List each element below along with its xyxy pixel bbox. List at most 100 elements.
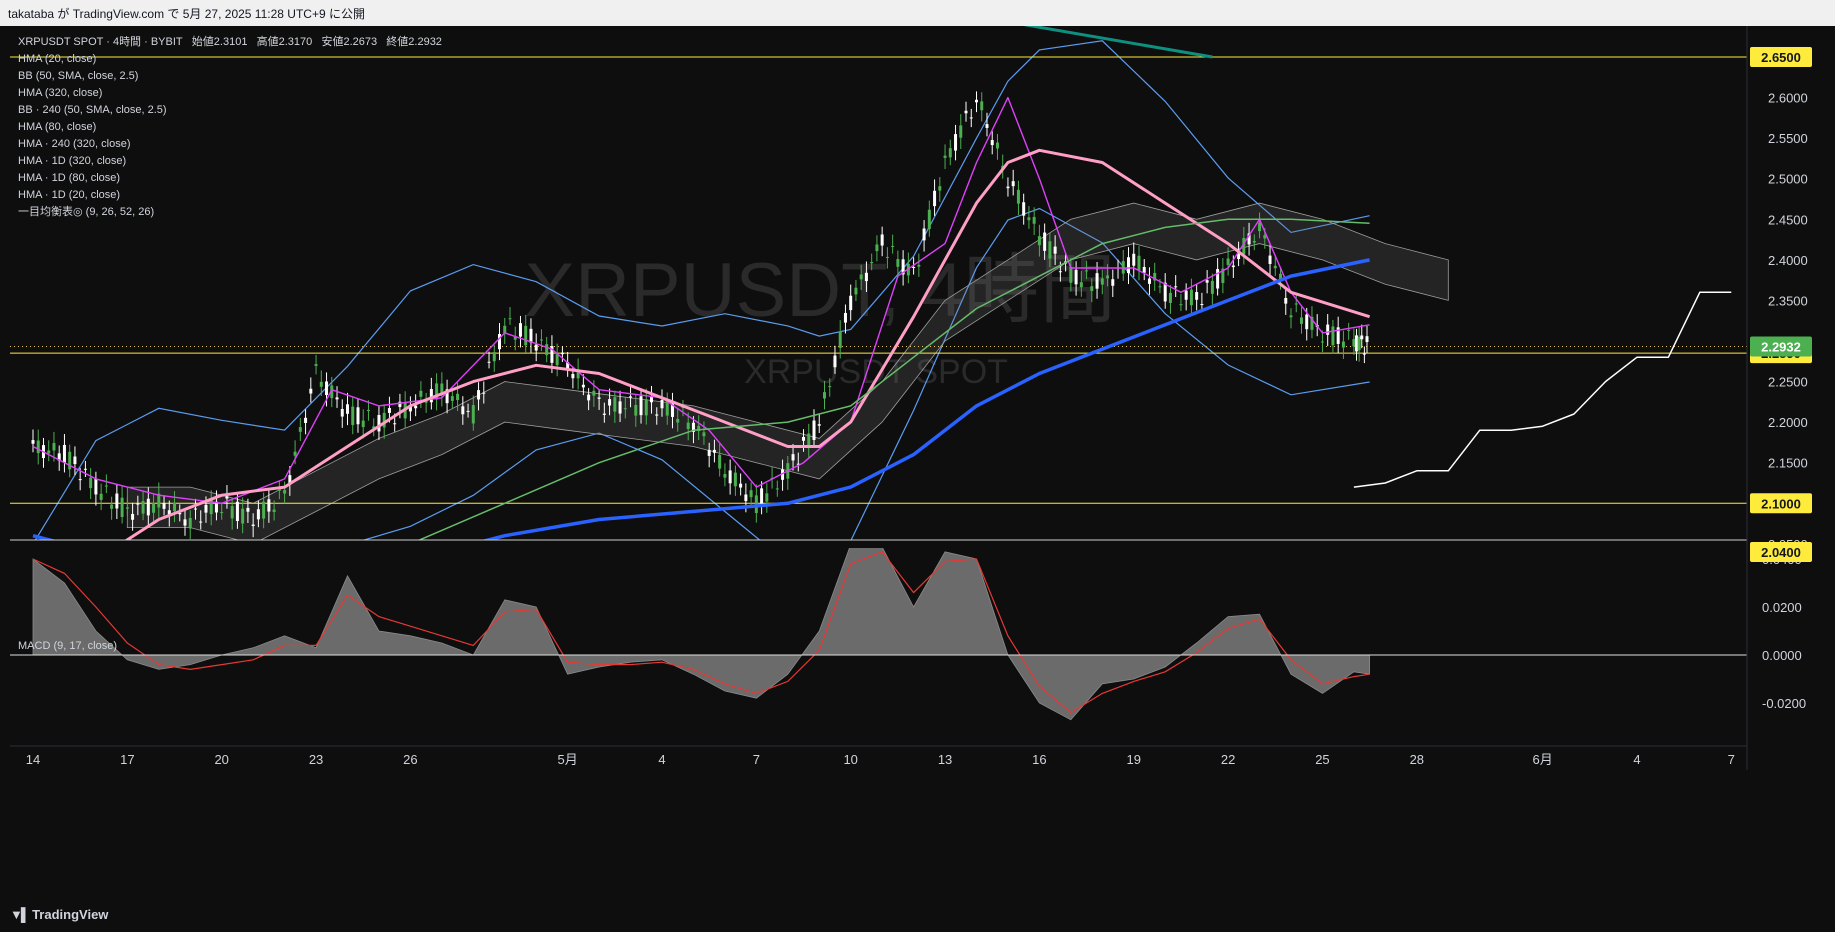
- candle-body: [1299, 317, 1303, 324]
- candle-body: [728, 470, 732, 484]
- candle-body: [188, 518, 192, 529]
- legend-indicator[interactable]: HMA (320, close): [18, 85, 442, 102]
- candle-body: [115, 493, 119, 509]
- candle-body: [1294, 303, 1298, 305]
- candle-body: [131, 513, 135, 520]
- tv-logo-icon: ▼▌: [10, 907, 30, 922]
- candle-body: [1352, 339, 1356, 347]
- time-axis-tick: 17: [120, 752, 134, 767]
- candle-body: [707, 449, 711, 456]
- candle-body: [1226, 258, 1230, 265]
- legend-indicator[interactable]: HMA (80, close): [18, 119, 442, 136]
- price-axis-tick: 2.6000: [1768, 91, 1808, 106]
- candle-body: [99, 493, 103, 500]
- legend-low: 2.2673: [343, 36, 378, 48]
- last-price-tag: 2.2932: [1761, 340, 1801, 355]
- candle-body: [948, 148, 952, 158]
- candle-body: [1289, 315, 1293, 318]
- candle-body: [141, 501, 145, 514]
- candle-body: [712, 449, 716, 453]
- candle-body: [618, 401, 622, 414]
- candle-body: [849, 295, 853, 311]
- legend-indicator[interactable]: HMA · 1D (20, close): [18, 187, 442, 204]
- candle-body: [608, 399, 612, 406]
- candle-body: [78, 479, 82, 481]
- legend-indicator[interactable]: HMA · 1D (320, close): [18, 153, 442, 170]
- candle-body: [775, 488, 779, 490]
- candle-body: [471, 405, 475, 424]
- candle-body: [1184, 290, 1188, 300]
- price-axis-tick: 2.2000: [1768, 415, 1808, 430]
- candle-body: [859, 274, 863, 280]
- price-axis-tick: 2.4500: [1768, 212, 1808, 227]
- candle-body: [1216, 269, 1220, 289]
- candle-body: [1365, 336, 1369, 343]
- candle-body: [964, 110, 968, 114]
- candle-body: [1200, 304, 1204, 306]
- candle-body: [539, 339, 543, 341]
- candle-body: [235, 501, 239, 522]
- candle-body: [36, 440, 40, 454]
- candle-body: [529, 328, 533, 343]
- candle-body: [1331, 326, 1335, 346]
- brand-name: TradingView: [32, 907, 109, 922]
- time-axis-tick: 13: [938, 752, 952, 767]
- candle-body: [1142, 266, 1146, 273]
- candle-body: [199, 521, 203, 523]
- candle-body: [587, 394, 591, 401]
- candle-body: [1147, 278, 1151, 284]
- time-axis-tick: 26: [403, 752, 417, 767]
- macd-axis-tick: -0.0200: [1762, 696, 1806, 711]
- candle-body: [975, 99, 978, 103]
- candle-body: [1284, 297, 1288, 304]
- legend-indicator[interactable]: HMA · 240 (320, close): [18, 136, 442, 153]
- candle-body: [864, 272, 868, 282]
- legend-indicator[interactable]: HMA · 1D (80, close): [18, 170, 442, 187]
- candle-body: [393, 423, 397, 425]
- candle-body: [83, 468, 87, 470]
- candle-body: [927, 209, 931, 230]
- candle-body: [938, 186, 942, 191]
- candle-body: [31, 440, 35, 444]
- legend-symbol: XRPUSDT SPOT · 4時間 · BYBIT: [18, 36, 183, 48]
- time-axis-tick: 6月: [1532, 752, 1552, 767]
- footer: ▼▌ TradingView: [0, 900, 1835, 932]
- candle-body: [241, 508, 245, 524]
- candle-body: [655, 414, 659, 416]
- candle-body: [954, 134, 958, 151]
- candle-body: [896, 259, 900, 267]
- candle-body: [1053, 246, 1057, 254]
- candle-body: [1347, 329, 1351, 331]
- candle-body: [917, 264, 921, 267]
- hma-1d-20-line: [1353, 291, 1732, 488]
- candle-body: [623, 408, 627, 410]
- legend-indicator[interactable]: BB (50, SMA, close, 2.5): [18, 68, 442, 85]
- chart-area[interactable]: XRPUSDT, 4時間XRPUSDT SPOT2.65002.60002.55…: [0, 26, 1835, 906]
- macd-legend[interactable]: MACD (9, 17, close): [18, 640, 117, 652]
- candle-body: [1158, 286, 1162, 288]
- candle-body: [47, 450, 51, 454]
- tradingview-logo[interactable]: ▼▌ TradingView: [10, 907, 108, 922]
- candle-body: [162, 503, 166, 509]
- candle-body: [346, 404, 349, 414]
- candle-body: [749, 490, 753, 498]
- level-tag: 2.0400: [1761, 545, 1801, 560]
- candle-body: [1195, 292, 1199, 300]
- candle-body: [1258, 222, 1262, 232]
- candle-body: [487, 361, 491, 363]
- candle-body: [555, 354, 559, 366]
- candle-body: [351, 406, 355, 426]
- time-axis-tick: 14: [26, 752, 40, 767]
- legend-indicator[interactable]: HMA (20, close): [18, 51, 442, 68]
- candle-body: [1268, 255, 1272, 264]
- legend-indicator[interactable]: 一目均衡表◎ (9, 26, 52, 26): [18, 204, 442, 221]
- time-axis-tick: 5月: [558, 752, 578, 767]
- candle-body: [68, 451, 72, 470]
- candle-body: [1168, 292, 1172, 303]
- candle-body: [639, 396, 643, 416]
- time-axis-tick: 10: [843, 752, 857, 767]
- legend-indicator[interactable]: BB · 240 (50, SMA, close, 2.5): [18, 102, 442, 119]
- candle-body: [812, 420, 816, 440]
- candle-body: [1174, 286, 1178, 288]
- macd-axis-tick: 0.0000: [1762, 648, 1802, 663]
